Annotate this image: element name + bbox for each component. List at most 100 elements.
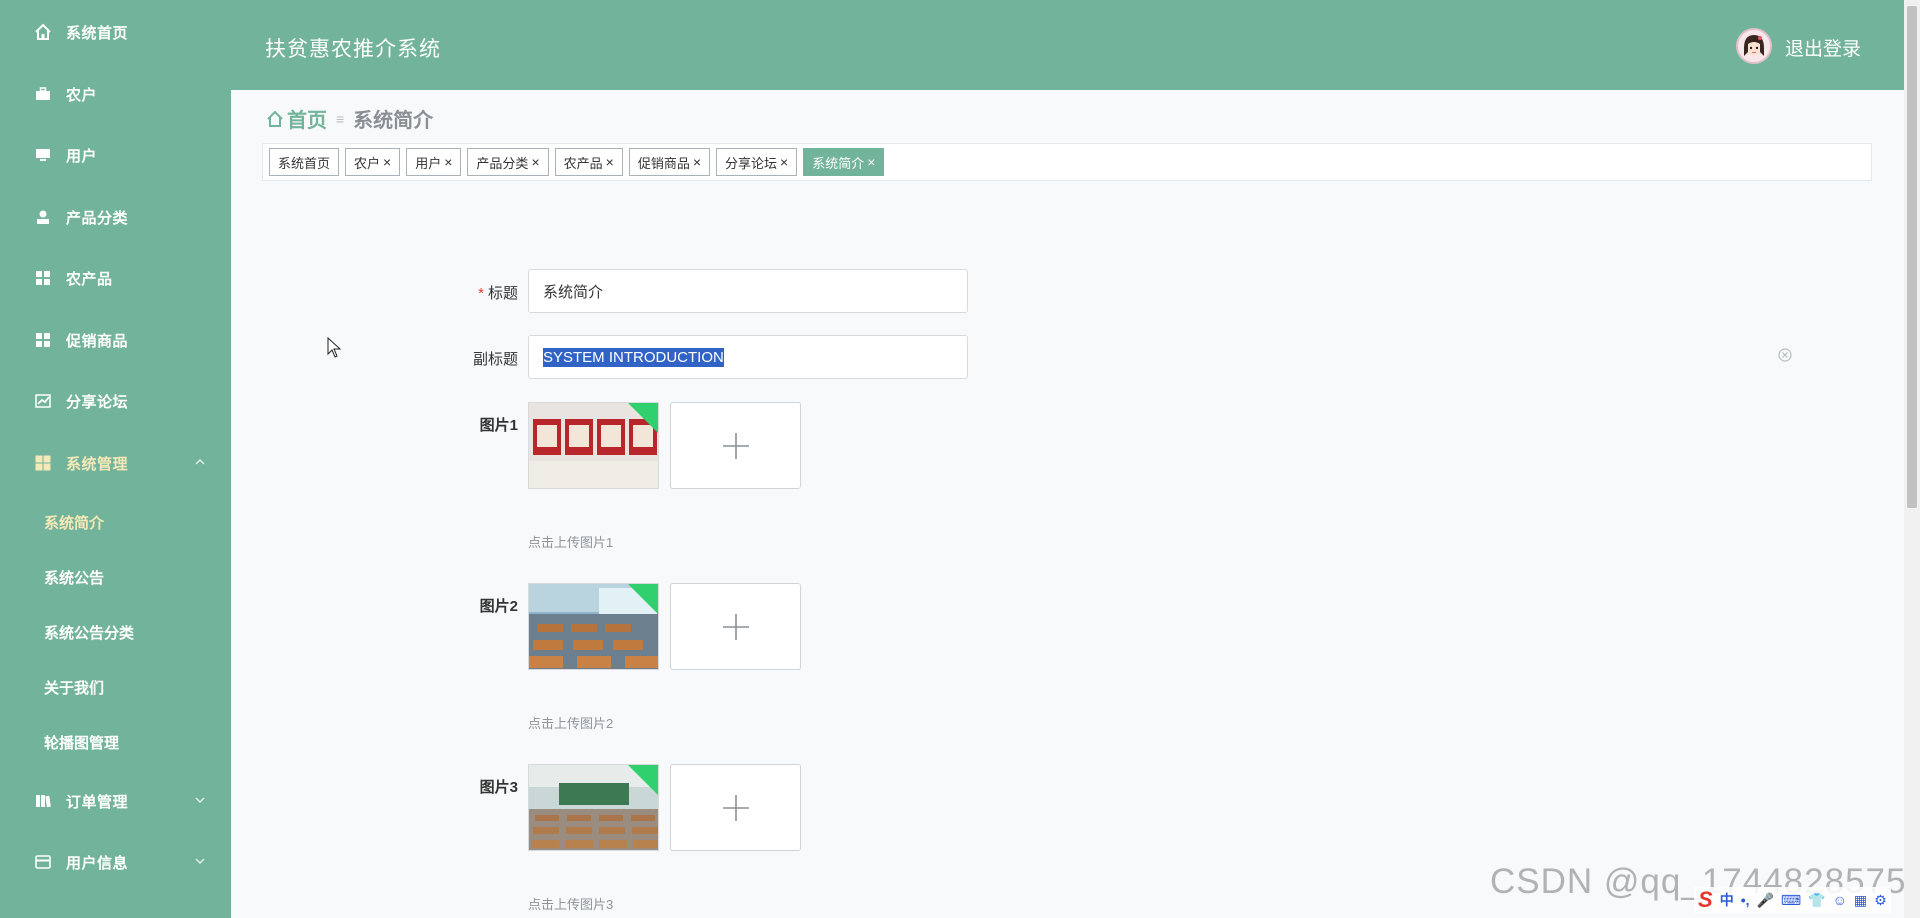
- image1-label: 图片1: [479, 417, 518, 434]
- image3-hint: 点击上传图片3: [528, 897, 614, 912]
- title-label-text: 标题: [487, 285, 518, 302]
- sidebar-item-label: 农产品: [66, 270, 113, 288]
- close-icon[interactable]: ×: [531, 155, 539, 169]
- ime-logo: S: [1698, 887, 1713, 912]
- settings-icon[interactable]: ⚙: [1874, 892, 1887, 909]
- tab-category[interactable]: 产品分类 ×: [467, 148, 549, 176]
- avatar[interactable]: [1736, 28, 1772, 64]
- home-icon: [267, 110, 283, 127]
- tab-label: 分享论坛: [725, 155, 778, 171]
- sidebar-subitem-notice[interactable]: 系统公告: [0, 557, 231, 597]
- sidebar-item-label: 产品分类: [66, 209, 129, 227]
- briefcase-icon: [34, 85, 52, 103]
- sidebar-subitem-intro[interactable]: 系统简介: [0, 502, 231, 542]
- tab-label: 农产品: [563, 155, 603, 171]
- sidebar-item-label: 系统管理: [66, 455, 129, 473]
- sidebar-item-label: 农户: [66, 86, 98, 104]
- sidebar-item-label: 订单管理: [66, 793, 129, 811]
- sidebar-item-label: 用户: [66, 147, 98, 165]
- image2-hint: 点击上传图片2: [528, 716, 614, 731]
- sidebar-item-orders[interactable]: 订单管理: [0, 779, 231, 823]
- image3-upload-button[interactable]: [670, 764, 801, 851]
- keyboard-icon[interactable]: ⌨: [1781, 892, 1801, 909]
- tab-farmer[interactable]: 农户 ×: [345, 148, 401, 176]
- close-icon[interactable]: ×: [383, 155, 391, 169]
- tab-promotion[interactable]: 促销商品 ×: [628, 148, 711, 176]
- close-icon[interactable]: ×: [867, 155, 875, 169]
- sidebar-item-label: 系统首页: [66, 24, 129, 42]
- breadcrumb-home-label: 首页: [287, 110, 327, 132]
- sidebar-item-userinfo[interactable]: 用户信息: [0, 840, 231, 884]
- sidebar-subitem-notice-category[interactable]: 系统公告分类: [0, 612, 231, 652]
- image1-upload-button[interactable]: [670, 402, 801, 489]
- image3-thumbnail[interactable]: [528, 764, 659, 851]
- tab-produce[interactable]: 农产品 ×: [554, 148, 623, 176]
- grid-icon: [34, 269, 52, 287]
- breadcrumb-separator: ≡: [336, 110, 345, 127]
- tab-label: 产品分类: [476, 155, 529, 171]
- subtitle-input[interactable]: SYSTEM INTRODUCTION: [528, 335, 968, 379]
- required-mark: *: [478, 285, 484, 302]
- sidebar-item-farmer[interactable]: 农户: [0, 72, 231, 116]
- ime-toolbar[interactable]: S 中 •, 🎤 ⌨ 👕 ☺ ▦ ⚙: [1694, 887, 1891, 913]
- grid-icon[interactable]: ▦: [1854, 892, 1867, 909]
- card-icon: [34, 853, 52, 871]
- tab-user[interactable]: 用户 ×: [406, 148, 462, 176]
- sidebar-subitem-label: 系统公告: [44, 569, 105, 587]
- title-input[interactable]: 系统简介: [528, 269, 968, 313]
- sidebar-item-home[interactable]: 系统首页: [0, 10, 231, 54]
- tab-home[interactable]: 系统首页: [269, 148, 340, 176]
- sidebar-subitem-label: 关于我们: [44, 679, 105, 697]
- close-icon[interactable]: ×: [693, 155, 701, 169]
- book-icon: [34, 792, 52, 810]
- close-icon[interactable]: ×: [606, 155, 614, 169]
- sidebar-item-system[interactable]: 系统管理: [0, 441, 231, 485]
- title-label: * 标题: [470, 282, 518, 303]
- sidebar-item-produce[interactable]: 农产品: [0, 256, 231, 300]
- image3-label: 图片3: [479, 779, 518, 796]
- close-icon[interactable]: ×: [780, 155, 788, 169]
- breadcrumb: 首页 ≡ 系统简介: [266, 104, 433, 133]
- sidebar-item-label: 促销商品: [66, 332, 129, 350]
- top-header: 扶贫惠农推介系统 退出登录: [231, 0, 1904, 90]
- upload-success-corner: [628, 765, 658, 795]
- sidebar-item-forum[interactable]: 分享论坛: [0, 379, 231, 423]
- image2-upload-button[interactable]: [670, 583, 801, 670]
- sidebar-item-user[interactable]: 用户: [0, 133, 231, 177]
- ime-mode[interactable]: 中: [1720, 890, 1734, 910]
- sidebar-subitem-carousel[interactable]: 轮播图管理: [0, 722, 231, 762]
- subtitle-label: 副标题: [472, 351, 518, 368]
- scrollbar-thumb[interactable]: [1907, 6, 1917, 508]
- sidebar-item-promotion[interactable]: 促销商品: [0, 318, 231, 362]
- chevron-down-icon: [193, 793, 207, 807]
- logout-button[interactable]: 退出登录: [1785, 34, 1861, 61]
- grid-icon: [34, 331, 52, 349]
- home-icon: [34, 23, 52, 41]
- microphone-icon[interactable]: 🎤: [1756, 892, 1773, 909]
- sidebar-subitem-about[interactable]: 关于我们: [0, 667, 231, 707]
- image1-hint: 点击上传图片1: [528, 535, 614, 550]
- sidebar-item-category[interactable]: 产品分类: [0, 195, 231, 239]
- punctuation-icon[interactable]: •,: [1741, 892, 1750, 908]
- person-icon: [34, 208, 52, 226]
- image2-label: 图片2: [479, 598, 518, 615]
- image2-thumbnail[interactable]: [528, 583, 659, 670]
- tab-forum[interactable]: 分享论坛 ×: [716, 148, 798, 176]
- shirt-icon[interactable]: 👕: [1808, 892, 1825, 909]
- title-input-value: 系统简介: [543, 283, 604, 301]
- tab-label: 系统简介: [812, 155, 865, 171]
- tab-intro[interactable]: 系统简介 ×: [803, 148, 885, 176]
- breadcrumb-home[interactable]: 首页: [266, 104, 327, 133]
- image1-thumbnail[interactable]: [528, 402, 659, 489]
- clear-icon[interactable]: [1777, 347, 1793, 363]
- plus-icon: [722, 432, 749, 459]
- close-icon[interactable]: ×: [444, 155, 452, 169]
- robot-icon[interactable]: ☺: [1833, 892, 1847, 908]
- sidebar-subitem-label: 系统简介: [44, 514, 105, 532]
- breadcrumb-current: 系统简介: [353, 110, 434, 132]
- sidebar-item-label: 用户信息: [66, 854, 129, 872]
- plus-icon: [722, 794, 749, 821]
- page-scrollbar[interactable]: [1904, 0, 1920, 918]
- monitor-icon: [34, 146, 52, 164]
- grid-icon: [34, 454, 52, 472]
